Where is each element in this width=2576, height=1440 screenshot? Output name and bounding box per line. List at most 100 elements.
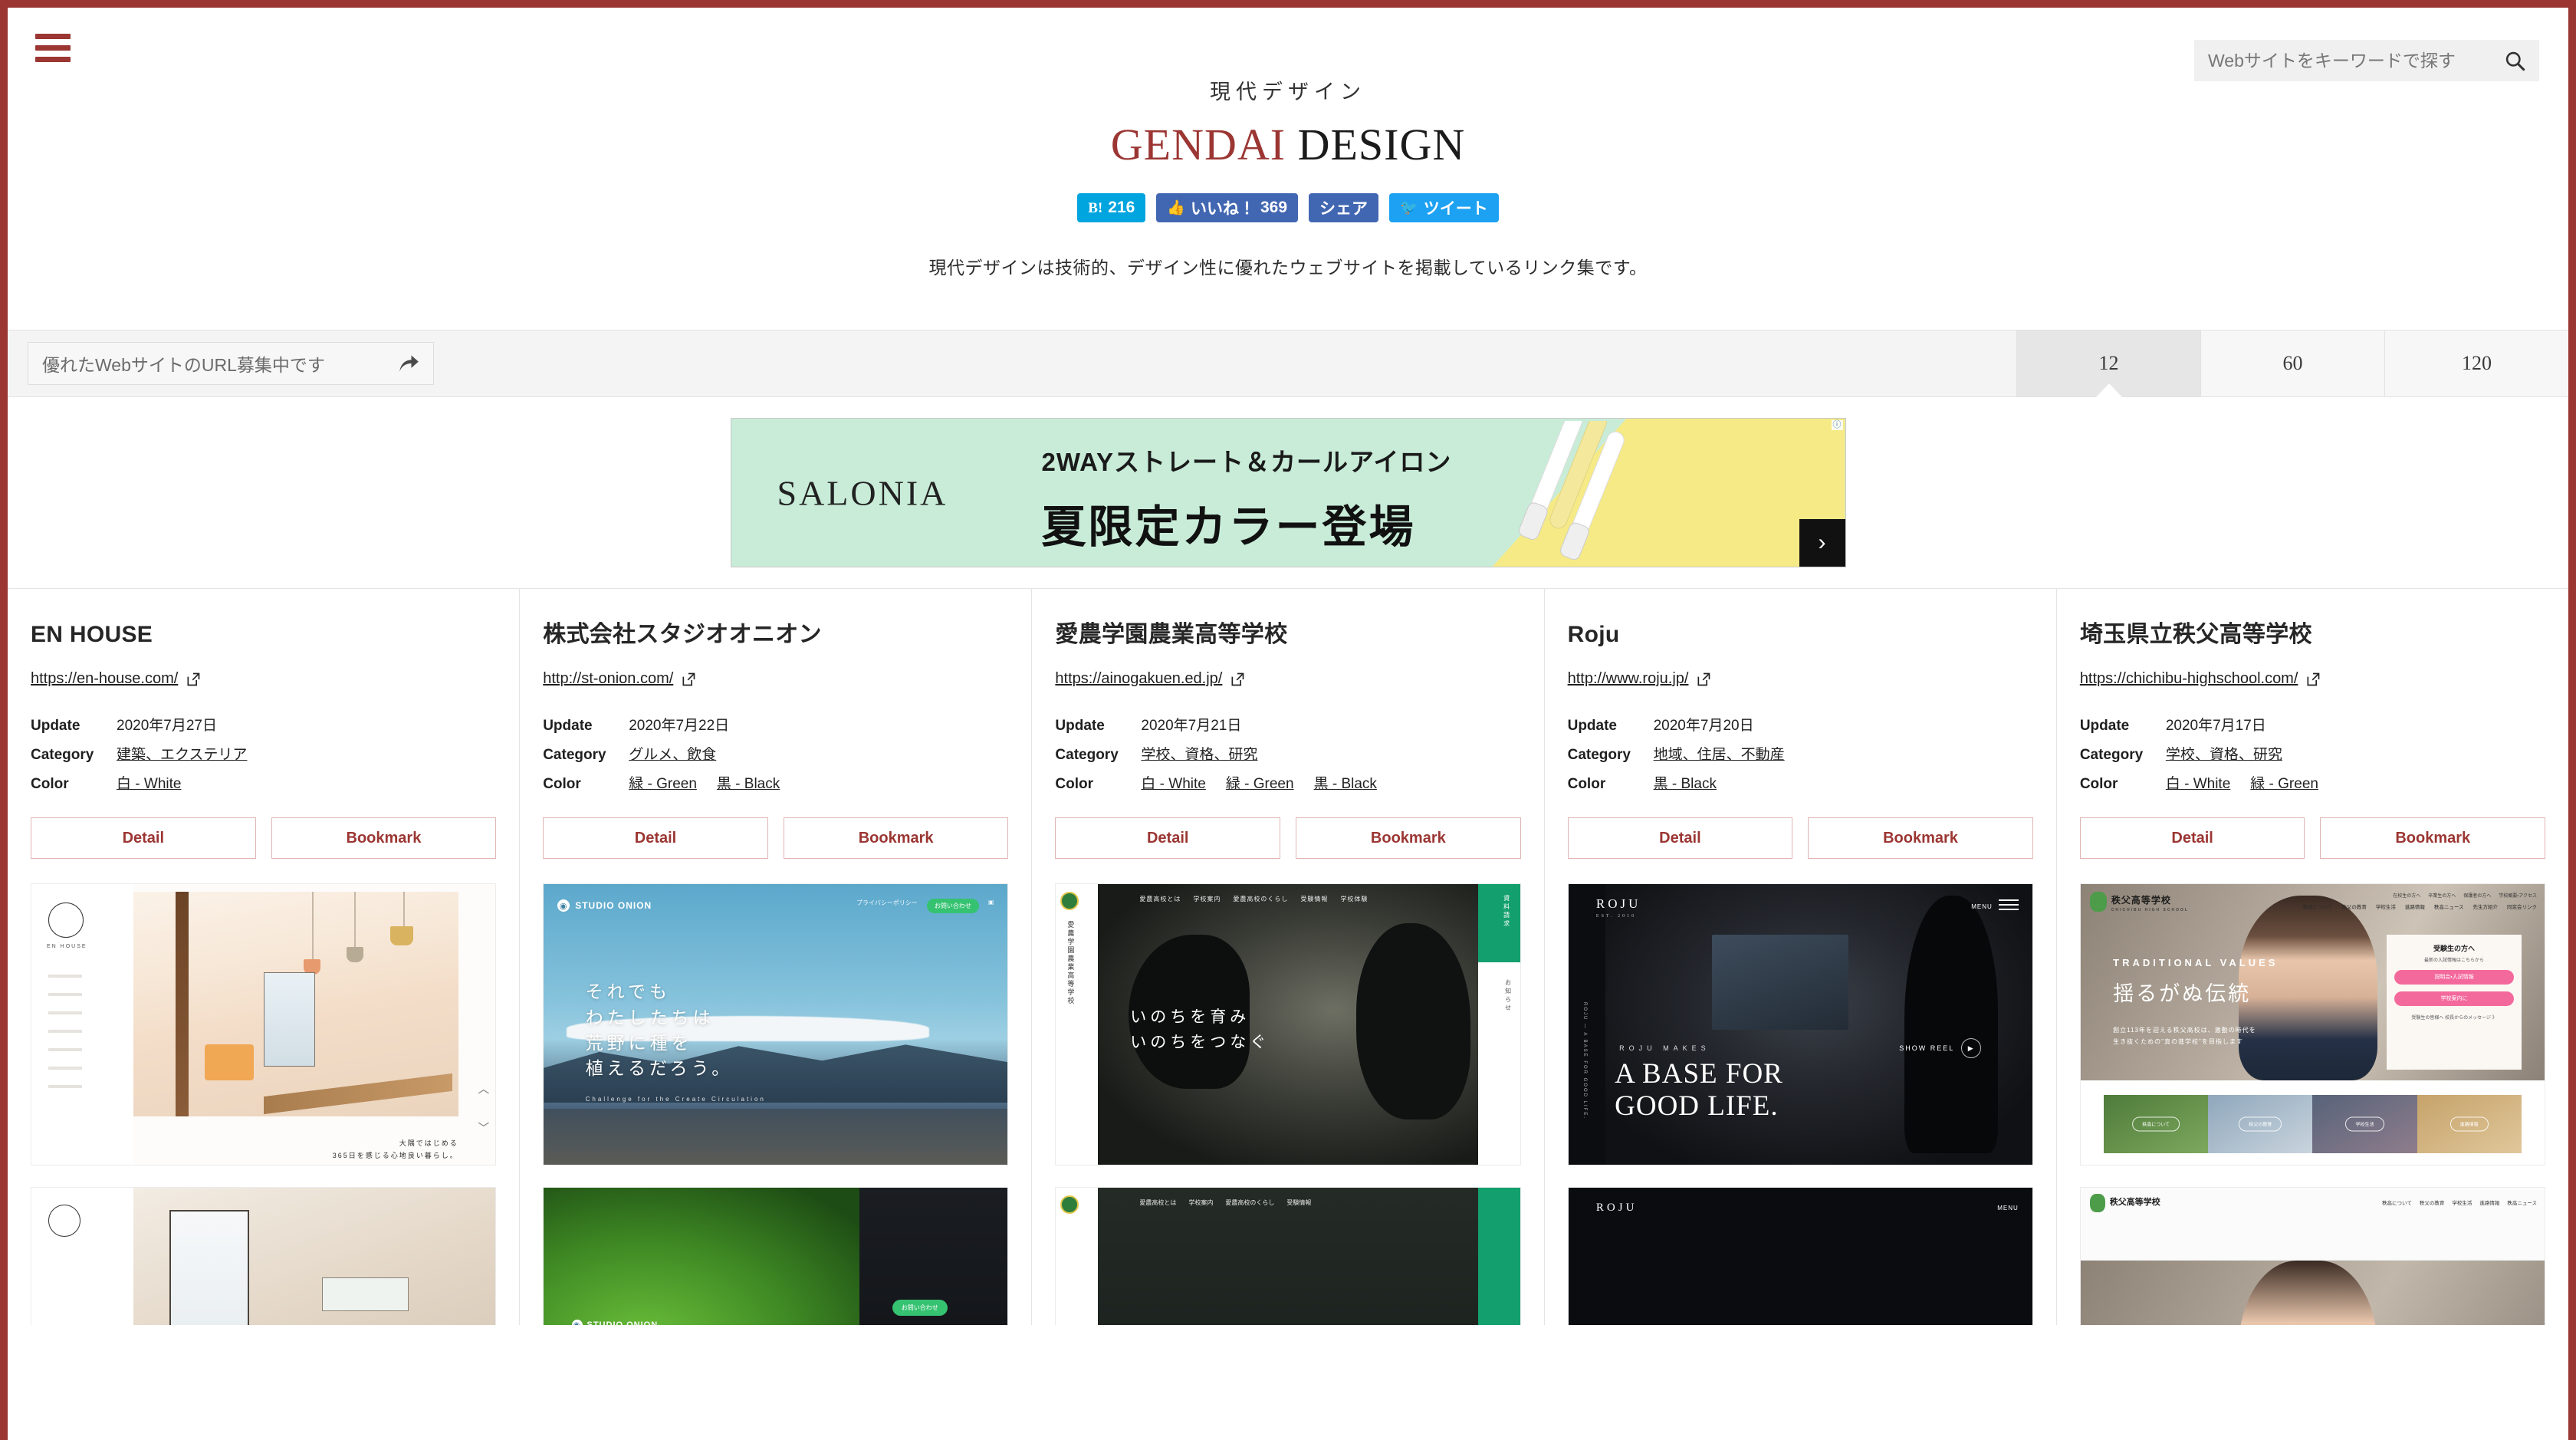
site-thumbnail[interactable]: EN HOUSE 大隅ではじめる 365日を感じる心地良い暮らし。 ︿ ﹀: [31, 883, 497, 1165]
count-tab-12-label: 12: [2098, 352, 2119, 374]
thumb-site-logo-text: STUDIO ONION: [575, 900, 652, 911]
hamburger-bar: [35, 57, 71, 62]
card-thumbnails: 秩父高等学校 CHICHIBU HIGH SCHOOL 在校生の方へ 卒業生の方…: [2079, 883, 2546, 1325]
thumb-site-logo: ROJU EST. 2010: [1596, 896, 1641, 919]
url-submit-button[interactable]: 優れたWebサイトのURL募集中です: [28, 342, 434, 385]
color-link[interactable]: 黒 - Black: [717, 772, 780, 793]
thumb-nav-item: 進路情報: [2479, 1201, 2500, 1206]
hatena-icon: B!: [1088, 199, 1103, 216]
thumb-site-logo: EN HOUSE: [47, 944, 87, 949]
count-tab-60[interactable]: 60: [2200, 330, 2384, 396]
card-url-link[interactable]: http://st-onion.com/: [543, 670, 673, 688]
site-thumbnail[interactable]: ROJU MENU: [1567, 1187, 2033, 1325]
ad-choices-icon[interactable]: ⓘ: [1831, 420, 1843, 430]
external-link-icon[interactable]: [681, 672, 696, 687]
thumb-headline: A BASE FOR GOOD LIFE.: [1615, 1058, 1783, 1123]
color-link[interactable]: 黒 - Black: [1314, 772, 1377, 793]
thumb-window: [169, 1210, 250, 1325]
meta-row-color: Color 緑 - Green 黒 - Black: [543, 772, 1008, 793]
color-link[interactable]: 黒 - Black: [1654, 772, 1717, 793]
site-thumbnail[interactable]: 愛農学園農業高等学校 愛農高校とは 学校案内 愛農高校のくらし 受験情報 学校体…: [1055, 883, 1521, 1165]
card-url-row: http://st-onion.com/: [543, 670, 1008, 688]
twitter-tweet-button[interactable]: 🐦 ツイート: [1389, 193, 1499, 222]
external-link-icon[interactable]: [1230, 672, 1245, 687]
site-search[interactable]: [2194, 40, 2539, 81]
search-input[interactable]: [2208, 50, 2504, 71]
facebook-share-button[interactable]: シェア: [1309, 193, 1379, 222]
site-card: EN HOUSE https://en-house.com/ Update 20…: [8, 589, 521, 1325]
category-link[interactable]: 学校、資格、研究: [2166, 743, 2282, 764]
meta-value-category: 学校、資格、研究: [1141, 743, 1257, 764]
external-link-icon[interactable]: [2305, 672, 2321, 687]
meta-label-color: Color: [1567, 776, 1606, 792]
card-url-link[interactable]: http://www.roju.jp/: [1568, 670, 1689, 688]
bookmark-button[interactable]: Bookmark: [271, 817, 497, 859]
site-thumbnail[interactable]: 秩父高等学校 秩高について 秩父の教育 学校生活 進路情報 秩高ニュース: [2079, 1187, 2546, 1325]
category-link[interactable]: 地域、住居、不動産: [1654, 743, 1785, 764]
chevron-down-icon[interactable]: ﹀: [478, 1119, 489, 1136]
detail-button[interactable]: Detail: [1567, 817, 1793, 859]
color-link[interactable]: 白 - White: [117, 772, 181, 793]
bookmark-button[interactable]: Bookmark: [1808, 817, 2033, 859]
share-arrow-icon[interactable]: [398, 353, 419, 373]
color-link[interactable]: 緑 - Green: [2250, 772, 2318, 793]
color-link[interactable]: 白 - White: [1141, 772, 1205, 793]
hamburger-menu-icon[interactable]: [35, 34, 71, 62]
card-url-link[interactable]: https://ainogakuen.ed.jp/: [1055, 670, 1222, 688]
color-link[interactable]: 白 - White: [2166, 772, 2230, 793]
thumb-strip-label: 秩高について: [2132, 1116, 2180, 1132]
category-link[interactable]: 学校、資格、研究: [1141, 743, 1257, 764]
count-tab-120[interactable]: 120: [2384, 330, 2568, 396]
thumb-nav: プライバシーポリシー お問い合わせ ▣: [856, 898, 994, 913]
site-thumbnail[interactable]: ROJU EST. 2010 MENU ROJU — A BASE FOR GO…: [1567, 883, 2033, 1165]
card-url-link[interactable]: https://chichibu-highschool.com/: [2080, 670, 2298, 688]
site-thumbnail[interactable]: ◉ STUDIO ONION お問い合わせ ホーム 会社概要 事業紹介 オリジナ…: [543, 1187, 1009, 1325]
thumb-pendant-cord: [402, 892, 405, 930]
category-link[interactable]: グルメ、飲食: [629, 743, 716, 764]
hatena-bookmark-button[interactable]: B! 216: [1077, 193, 1146, 222]
external-link-icon[interactable]: [186, 672, 201, 687]
facebook-like-button[interactable]: 👍 いいね！ 369: [1156, 193, 1299, 222]
meta-value-update: 2020年7月20日: [1653, 718, 1754, 734]
thumb-lead-line2: 生き抜くための"真の進学校"を目指します: [2113, 1038, 2243, 1046]
thumb-window: [263, 972, 316, 1067]
thumb-nav-item: 秩高について: [2302, 905, 2333, 910]
card-url-link[interactable]: https://en-house.com/: [31, 670, 178, 688]
thumb-nav-item: 学校生活: [2375, 905, 2396, 910]
site-thumbnail[interactable]: ◉ STUDIO ONION プライバシーポリシー お問い合わせ ▣ それでも …: [543, 883, 1009, 1165]
site-tagline: 現代デザインは技術的、デザイン性に優れたウェブサイトを掲載しているリンク集です。: [928, 258, 1648, 278]
site-thumbnail[interactable]: 愛農高校とは 学校案内 愛農高校のくらし 受験情報 愛農学園農業高等学校: [1055, 1187, 1521, 1325]
external-link-icon[interactable]: [1696, 672, 1711, 687]
card-title: 愛農学園農業高等学校: [1055, 622, 1288, 647]
detail-button[interactable]: Detail: [31, 817, 256, 859]
chevron-up-icon[interactable]: ︿: [478, 1080, 489, 1096]
meta-label-category: Category: [31, 747, 94, 763]
count-tab-12[interactable]: 12: [2016, 330, 2200, 396]
bookmark-button[interactable]: Bookmark: [783, 817, 1009, 859]
thumb-nav-item: 卒業生の方へ: [2428, 894, 2456, 899]
thumb-cow-silhouette: [1356, 923, 1471, 1120]
category-link[interactable]: 建築、エクステリア: [117, 743, 247, 764]
ad-next-button[interactable]: chevron-right-icon ›: [1799, 519, 1845, 567]
search-icon[interactable]: [2504, 50, 2525, 71]
bookmark-button[interactable]: Bookmark: [1296, 817, 1521, 859]
thumb-person-silhouette: [1904, 895, 1999, 1154]
detail-button[interactable]: Detail: [2079, 817, 2305, 859]
bookmark-button[interactable]: Bookmark: [2320, 817, 2546, 859]
thumb-hero-copy: それでも わたしたちは 荒野に種を 植えるだろう。: [586, 979, 734, 1081]
detail-button[interactable]: Detail: [543, 817, 768, 859]
url-submit-label: 優れたWebサイトのURL募集中です: [42, 355, 325, 375]
meta-label-category: Category: [1567, 747, 1631, 763]
meta-label-update: Update: [1055, 718, 1105, 734]
thumb-copy-line2: わたしたちは: [585, 1008, 715, 1027]
thumb-site-logo-text: 秩父高等学校: [2111, 895, 2171, 906]
site-thumbnail[interactable]: 秩父高等学校 CHICHIBU HIGH SCHOOL 在校生の方へ 卒業生の方…: [2079, 883, 2546, 1165]
site-thumbnail[interactable]: [31, 1187, 497, 1325]
thumb-nav: 愛農高校とは 学校案内 愛農高校のくらし 受験情報 学校体験: [1139, 895, 1368, 903]
detail-button[interactable]: Detail: [1055, 817, 1281, 859]
color-link[interactable]: 緑 - Green: [629, 772, 697, 793]
color-link[interactable]: 緑 - Green: [1226, 772, 1294, 793]
thumb-showreel-label: SHOW REEL: [1899, 1044, 1955, 1053]
toolbar: 優れたWebサイトのURL募集中です 12 60 120: [8, 330, 2568, 397]
ad-banner[interactable]: SALONIA 2WAYストレート＆カールアイロン 夏限定カラー登場 chevr…: [730, 418, 1846, 567]
